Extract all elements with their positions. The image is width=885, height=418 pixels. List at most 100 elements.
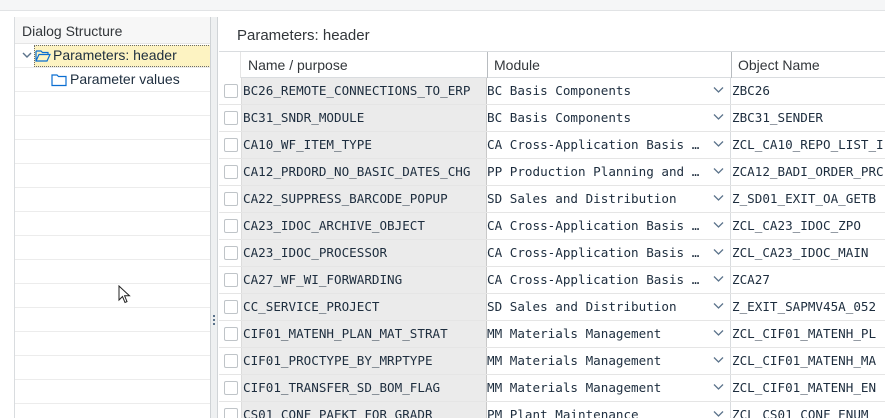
chevron-down-icon[interactable] <box>713 140 724 148</box>
tree-empty-row <box>15 284 210 308</box>
row-select-checkbox[interactable] <box>224 111 238 125</box>
name-value: BC26_REMOTE_CONNECTIONS_TO_ERP <box>243 83 471 98</box>
table-row[interactable]: CA12_PRDORD_NO_BASIC_DATES_CHG PP Product… <box>219 159 885 186</box>
row-select-checkbox[interactable] <box>224 165 238 179</box>
column-header-module[interactable]: Module <box>494 57 540 73</box>
tree-empty-row <box>15 356 210 380</box>
row-select-checkbox[interactable] <box>224 354 238 368</box>
chevron-down-icon[interactable] <box>713 194 724 202</box>
row-select-checkbox[interactable] <box>224 327 238 341</box>
tree-empty-row <box>15 188 210 212</box>
name-cell: CC_SERVICE_PROJECT <box>241 294 487 320</box>
module-cell[interactable]: PP Production Planning and … <box>487 159 731 185</box>
chevron-down-icon[interactable] <box>713 275 724 283</box>
module-cell[interactable]: MM Materials Management <box>487 375 731 401</box>
module-value: SD Sales and Distribution <box>487 299 677 314</box>
row-select-checkbox[interactable] <box>224 84 238 98</box>
object-name-cell[interactable]: ZBC31_SENDER <box>731 105 885 131</box>
chevron-down-icon[interactable] <box>713 221 724 229</box>
module-value: CA Cross-Application Basis … <box>487 245 700 260</box>
object-name-value: ZCA12_BADI_ORDER_PRC <box>732 164 884 179</box>
table-row[interactable]: CIF01_TRANSFER_SD_BOM_FLAG MM Materials M… <box>219 375 885 402</box>
object-name-cell[interactable]: ZCA12_BADI_ORDER_PRC <box>731 159 885 185</box>
name-cell: CA27_WF_WI_FORWARDING <box>241 267 487 293</box>
object-name-cell[interactable]: ZBC26 <box>731 78 885 104</box>
tree-node-parameter-values[interactable]: Parameter values <box>15 68 210 92</box>
table-row[interactable]: CA27_WF_WI_FORWARDING CA Cross-Applicatio… <box>219 267 885 294</box>
module-cell[interactable]: PM Plant Maintenance <box>487 402 731 418</box>
table-row[interactable]: CS01_CONF_PAEKT_FOR_GRADR PM Plant Mainte… <box>219 402 885 418</box>
table-row[interactable]: CA22_SUPPRESS_BARCODE_POPUP SD Sales and … <box>219 186 885 213</box>
tree-node-label: Parameter values <box>70 71 180 87</box>
object-name-value: ZCL_CIF01_MATENH_MA <box>732 353 877 368</box>
object-name-cell[interactable]: ZCL_CA23_IDOC_MAIN <box>731 240 885 266</box>
object-name-cell[interactable]: ZCL_CA10_REPO_LIST_I <box>731 132 885 158</box>
splitter-grip-icon[interactable] <box>213 315 216 329</box>
tree-node-parameters-header[interactable]: Parameters: header <box>15 44 210 68</box>
object-name-cell[interactable]: Z_SD01_EXIT_OA_GETB <box>731 186 885 212</box>
object-name-cell[interactable]: ZCL_CS01_CONF_ENUM <box>731 402 885 418</box>
module-cell[interactable]: CA Cross-Application Basis … <box>487 213 731 239</box>
chevron-down-icon[interactable] <box>713 383 724 391</box>
panel-splitter[interactable] <box>211 17 218 418</box>
chevron-down-icon[interactable] <box>713 113 724 121</box>
module-cell[interactable]: CA Cross-Application Basis … <box>487 267 731 293</box>
module-cell[interactable]: MM Materials Management <box>487 321 731 347</box>
row-select-checkbox[interactable] <box>224 381 238 395</box>
column-header-object-name[interactable]: Object Name <box>738 57 820 73</box>
module-value: SD Sales and Distribution <box>487 191 677 206</box>
row-select-checkbox[interactable] <box>224 219 238 233</box>
module-value: MM Materials Management <box>487 353 662 368</box>
row-select-checkbox[interactable] <box>224 246 238 260</box>
row-select-checkbox[interactable] <box>224 300 238 314</box>
module-value: CA Cross-Application Basis … <box>487 137 700 152</box>
module-cell[interactable]: BC Basis Components <box>487 105 731 131</box>
table-row[interactable]: CA10_WF_ITEM_TYPE CA Cross-Application Ba… <box>219 132 885 159</box>
table-row[interactable]: BC26_REMOTE_CONNECTIONS_TO_ERP BC Basis C… <box>219 78 885 105</box>
object-name-value: ZCL_CS01_CONF_ENUM <box>732 407 869 418</box>
module-value: MM Materials Management <box>487 380 662 395</box>
module-cell[interactable]: SD Sales and Distribution <box>487 186 731 212</box>
object-name-cell[interactable]: ZCA27 <box>731 267 885 293</box>
table-row[interactable]: CIF01_MATENH_PLAN_MAT_STRAT MM Materials … <box>219 321 885 348</box>
name-value: CA23_IDOC_PROCESSOR <box>243 245 388 260</box>
row-select-checkbox[interactable] <box>224 138 238 152</box>
name-value: CIF01_TRANSFER_SD_BOM_FLAG <box>243 380 441 395</box>
chevron-down-icon[interactable] <box>713 329 724 337</box>
object-name-value: ZCL_CA10_REPO_LIST_I <box>732 137 884 152</box>
select-all-cell[interactable] <box>219 52 241 78</box>
object-name-cell[interactable]: ZCL_CA23_IDOC_ZPO <box>731 213 885 239</box>
tree-empty-row <box>15 140 210 164</box>
name-value: CA23_IDOC_ARCHIVE_OBJECT <box>243 218 425 233</box>
object-name-value: ZBC26 <box>732 83 770 98</box>
table-row[interactable]: CA23_IDOC_ARCHIVE_OBJECT CA Cross-Applica… <box>219 213 885 240</box>
row-select-checkbox[interactable] <box>224 273 238 287</box>
row-select-checkbox[interactable] <box>224 408 238 418</box>
chevron-down-icon[interactable] <box>713 356 724 364</box>
module-cell[interactable]: BC Basis Components <box>487 78 731 104</box>
module-cell[interactable]: CA Cross-Application Basis … <box>487 132 731 158</box>
chevron-down-icon[interactable] <box>713 302 724 310</box>
table-row[interactable]: CIF01_PROCTYPE_BY_MRPTYPE MM Materials Ma… <box>219 348 885 375</box>
row-select-checkbox[interactable] <box>224 192 238 206</box>
object-name-cell[interactable]: ZCL_CIF01_MATENH_MA <box>731 348 885 374</box>
module-cell[interactable]: MM Materials Management <box>487 348 731 374</box>
chevron-down-icon[interactable] <box>21 49 33 61</box>
table-row[interactable]: CA23_IDOC_PROCESSOR CA Cross-Application … <box>219 240 885 267</box>
module-cell[interactable]: CA Cross-Application Basis … <box>487 240 731 266</box>
table-row[interactable]: BC31_SNDR_MODULE BC Basis Components ZBC31… <box>219 105 885 132</box>
chevron-down-icon[interactable] <box>713 167 724 175</box>
module-cell[interactable]: SD Sales and Distribution <box>487 294 731 320</box>
module-value: PP Production Planning and … <box>487 164 700 179</box>
object-name-cell[interactable]: ZCL_CIF01_MATENH_PL <box>731 321 885 347</box>
name-cell: CA10_WF_ITEM_TYPE <box>241 132 487 158</box>
chevron-down-icon[interactable] <box>713 410 724 418</box>
table-row[interactable]: CC_SERVICE_PROJECT SD Sales and Distribut… <box>219 294 885 321</box>
object-name-cell[interactable]: ZCL_CIF01_MATENH_EN <box>731 375 885 401</box>
object-name-cell[interactable]: Z_EXIT_SAPMV45A_052 <box>731 294 885 320</box>
chevron-down-icon[interactable] <box>713 248 724 256</box>
chevron-down-icon[interactable] <box>713 86 724 94</box>
name-cell: CA22_SUPPRESS_BARCODE_POPUP <box>241 186 487 212</box>
name-cell: CA23_IDOC_PROCESSOR <box>241 240 487 266</box>
column-header-name[interactable]: Name / purpose <box>248 57 348 73</box>
